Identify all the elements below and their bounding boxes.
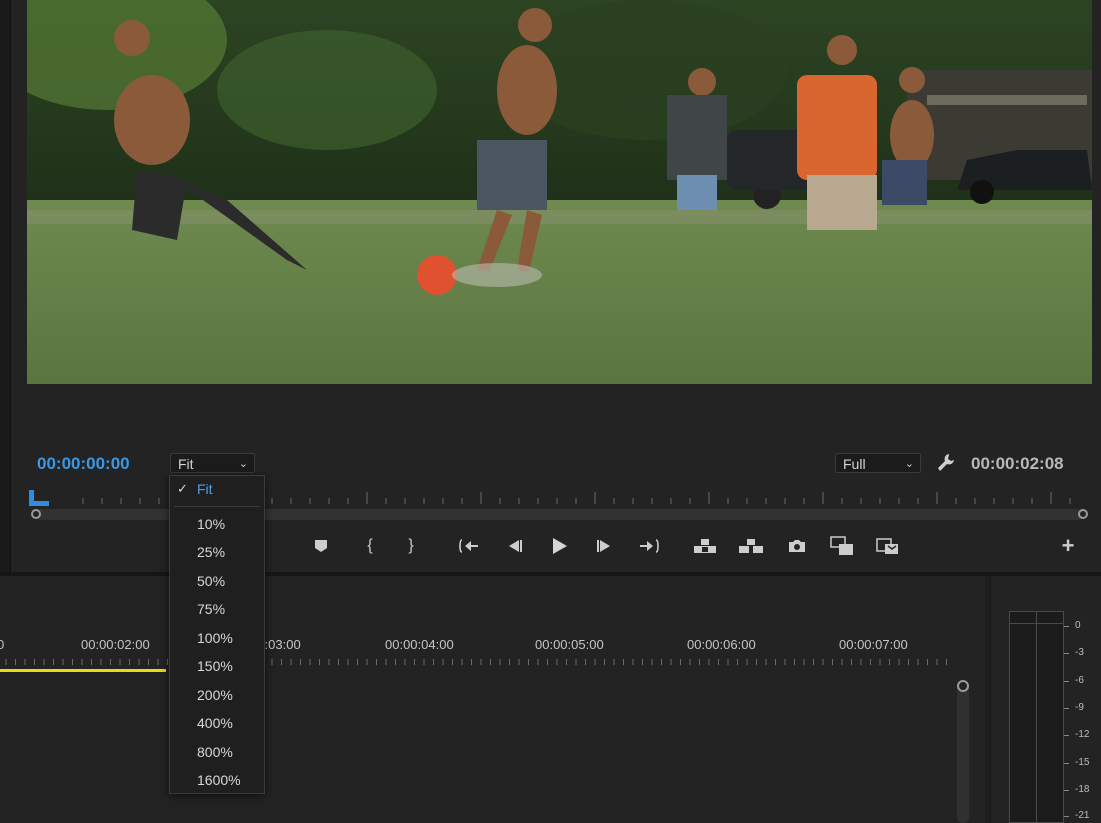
db-tick xyxy=(1064,763,1069,764)
menu-item-25[interactable]: 25% xyxy=(170,539,264,565)
db-label: -6 xyxy=(1075,675,1084,686)
scrollbar-handle[interactable] xyxy=(957,680,969,692)
menu-item-label: 400% xyxy=(197,715,233,731)
menu-item-label: 800% xyxy=(197,744,233,760)
mark-out-button[interactable]: } xyxy=(398,533,424,559)
video-frame xyxy=(27,0,1092,384)
ruler-label: 00:00:05:00 xyxy=(535,637,604,652)
step-forward-icon xyxy=(597,540,610,552)
db-tick xyxy=(1064,790,1069,791)
play-icon xyxy=(553,538,567,554)
go-to-in-icon xyxy=(459,539,478,553)
timeline-vertical-scrollbar[interactable] xyxy=(957,680,969,823)
menu-item-10[interactable]: 10% xyxy=(170,511,264,537)
go-to-in-button[interactable] xyxy=(456,533,482,559)
mark-out-icon: } xyxy=(408,537,414,554)
current-timecode[interactable]: 00:00:00:00 xyxy=(37,454,130,474)
ruler-label: 00:00:06:00 xyxy=(687,637,756,652)
zoom-level-value: Fit xyxy=(178,456,194,472)
db-label: -3 xyxy=(1075,647,1084,658)
menu-item-fit[interactable]: ✓ Fit xyxy=(170,476,264,502)
playback-resolution-value: Full xyxy=(843,456,866,472)
overwrite-icon xyxy=(876,538,898,554)
button-editor-button[interactable]: + xyxy=(1055,533,1081,559)
ruler-label-fragment: 0 xyxy=(0,637,5,652)
camera-icon xyxy=(789,540,805,552)
timeline-panel xyxy=(0,576,985,823)
db-tick xyxy=(1064,653,1069,654)
add-marker-button[interactable] xyxy=(308,533,334,559)
menu-item-200[interactable]: 200% xyxy=(170,682,264,708)
step-forward-button[interactable] xyxy=(592,533,618,559)
menu-item-label: 1600% xyxy=(197,772,241,788)
menu-item-1600[interactable]: 1600% xyxy=(170,767,264,793)
menu-item-label: 100% xyxy=(197,630,233,646)
mark-in-button[interactable]: { xyxy=(357,533,383,559)
extract-icon xyxy=(739,539,763,553)
play-button[interactable] xyxy=(546,533,572,559)
menu-item-label: 10% xyxy=(197,516,226,532)
menu-item-50[interactable]: 50% xyxy=(170,568,264,594)
menu-item-150[interactable]: 150% xyxy=(170,653,264,679)
monitor-playhead[interactable] xyxy=(27,489,51,507)
checkmark-icon: ✓ xyxy=(177,481,188,496)
marker-icon xyxy=(315,540,327,552)
extract-button[interactable] xyxy=(738,533,764,559)
db-tick xyxy=(1064,681,1069,682)
menu-item-label: 200% xyxy=(197,687,233,703)
menu-separator xyxy=(174,506,260,507)
timeline-ruler[interactable]: 0 00:00:02:00 00:00:03:00 00:00:04:00 00… xyxy=(0,630,960,670)
menu-item-800[interactable]: 800% xyxy=(170,739,264,765)
step-back-icon xyxy=(509,540,522,552)
wrench-icon[interactable] xyxy=(936,452,956,474)
menu-item-label: 150% xyxy=(197,658,233,674)
menu-item-100[interactable]: 100% xyxy=(170,625,264,651)
step-back-button[interactable] xyxy=(501,533,527,559)
ruler-label: 00:00:02:00 xyxy=(81,637,150,652)
go-to-out-icon xyxy=(640,539,659,553)
lift-icon xyxy=(694,539,716,553)
panel-left-edge xyxy=(0,0,11,572)
db-tick xyxy=(1064,626,1069,627)
work-area-bar[interactable] xyxy=(0,669,166,672)
menu-item-75[interactable]: 75% xyxy=(170,596,264,622)
menu-item-label: 25% xyxy=(197,544,226,560)
menu-item-label: 75% xyxy=(197,601,226,617)
ruler-label: 00:00:07:00 xyxy=(839,637,908,652)
db-label: -21 xyxy=(1075,810,1090,821)
db-tick xyxy=(1064,708,1069,709)
zoom-level-select[interactable]: Fit ⌄ xyxy=(170,453,255,473)
menu-item-400[interactable]: 400% xyxy=(170,710,264,736)
db-tick xyxy=(1064,816,1069,817)
go-to-out-button[interactable] xyxy=(636,533,662,559)
db-tick xyxy=(1064,735,1069,736)
ruler-label: 00:00:04:00 xyxy=(385,637,454,652)
meter-channel-divider xyxy=(1036,611,1037,823)
duration-timecode: 00:00:02:08 xyxy=(971,454,1064,473)
overwrite-button[interactable] xyxy=(875,533,901,559)
mark-in-icon: { xyxy=(367,537,373,554)
db-label: -12 xyxy=(1075,729,1090,740)
menu-item-label: 50% xyxy=(197,573,226,589)
video-image xyxy=(27,0,1092,384)
plus-icon: + xyxy=(1061,533,1075,558)
menu-item-label: Fit xyxy=(197,481,213,497)
db-label: -9 xyxy=(1075,702,1084,713)
insert-button[interactable] xyxy=(829,533,855,559)
playback-resolution-select[interactable]: Full ⌄ xyxy=(835,453,921,473)
db-label: -18 xyxy=(1075,784,1090,795)
zoom-level-menu: ✓ Fit 10% 25% 50% 75% 100% 150% 200% 400… xyxy=(169,475,265,794)
ruler-ticks xyxy=(5,659,947,665)
export-frame-button[interactable] xyxy=(784,533,810,559)
chevron-down-icon: ⌄ xyxy=(904,458,914,470)
chevron-down-icon: ⌄ xyxy=(238,458,248,470)
zoom-handle-right[interactable] xyxy=(1078,509,1088,519)
db-label: -15 xyxy=(1075,757,1090,768)
zoom-handle-left[interactable] xyxy=(31,509,41,519)
db-label: 0 xyxy=(1075,620,1081,631)
insert-icon xyxy=(830,536,853,555)
lift-button[interactable] xyxy=(692,533,718,559)
